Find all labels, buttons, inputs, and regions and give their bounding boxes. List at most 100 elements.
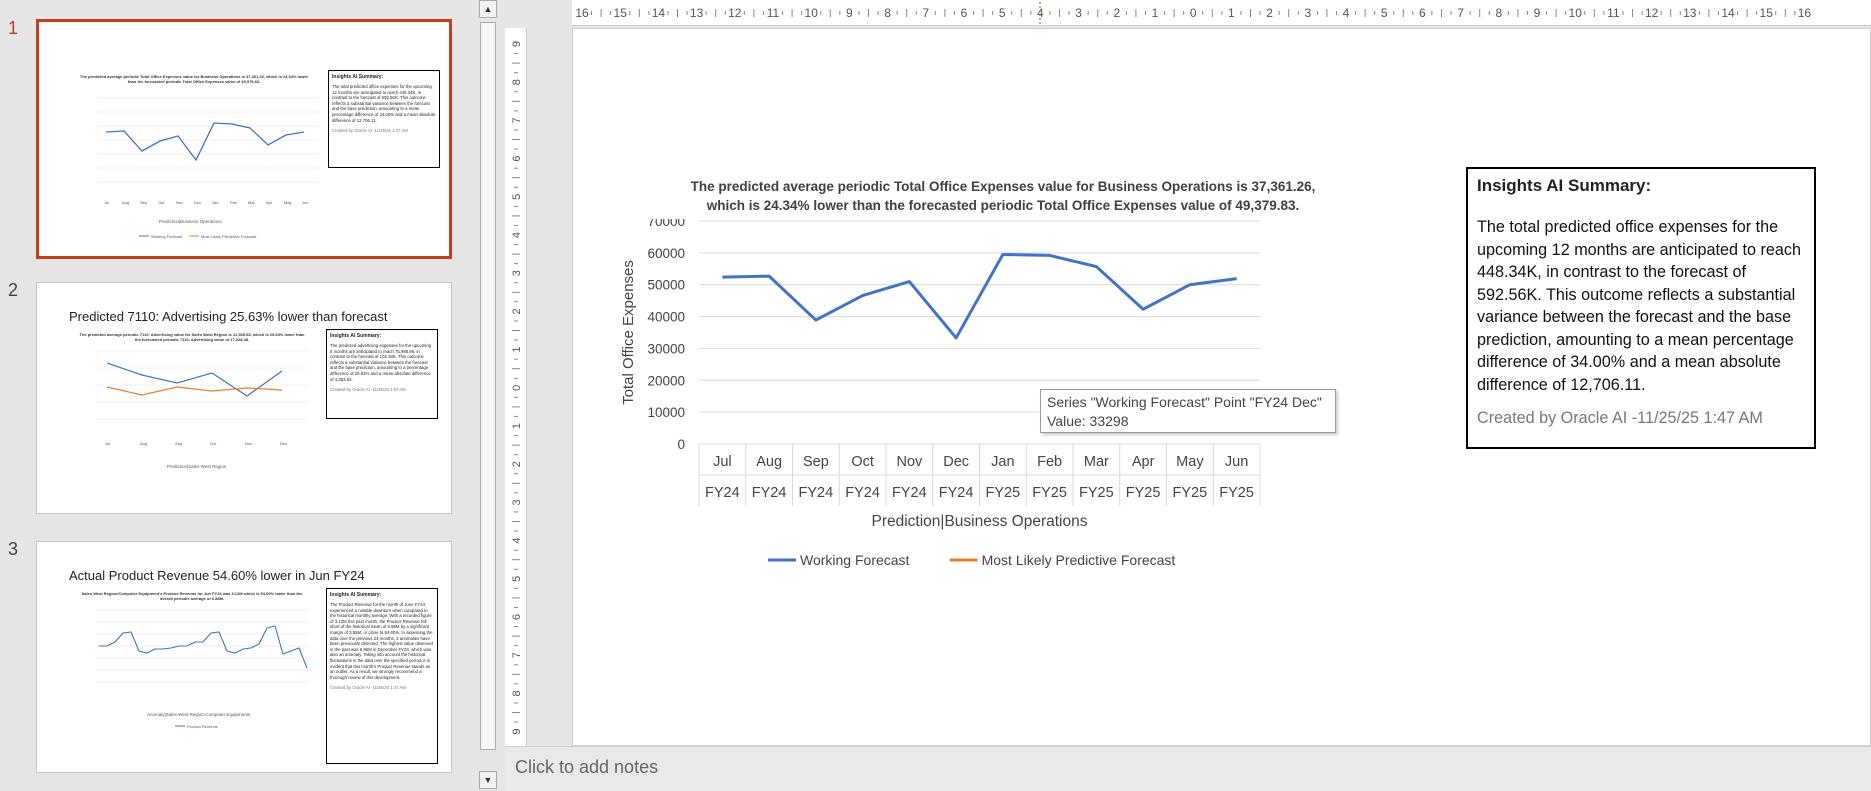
y-tick-label: 10000 — [647, 405, 685, 420]
thumbnails-scrollbar[interactable]: ▲ ▼ — [478, 0, 498, 791]
x-tick-label-month: May — [1176, 454, 1204, 470]
ruler-label: 0 — [1190, 6, 1197, 20]
svg-text:Most Likely Predictive Forecas: Most Likely Predictive Forecast — [201, 234, 257, 239]
notes-placeholder[interactable]: Click to add notes — [515, 757, 658, 778]
ruler-label: 12 — [728, 6, 742, 20]
scroll-down-button[interactable]: ▼ — [479, 771, 497, 789]
ruler-label: 3 — [511, 270, 523, 276]
x-tick-label-month: Jan — [991, 454, 1014, 470]
series-point[interactable] — [763, 270, 775, 282]
ruler-label: 5 — [1381, 6, 1388, 20]
line-chart[interactable]: 0 10000 20000 30000 40000 50000 60000 70000 Tota… — [613, 219, 1313, 659]
x-tick-label-month: Feb — [1037, 454, 1062, 470]
x-tick-label-year: FY25 — [1032, 485, 1067, 501]
svg-text:Apr: Apr — [266, 200, 273, 205]
ruler-label: 11 — [767, 6, 780, 20]
ruler-label: 8 — [1495, 6, 1502, 20]
x-tick-label-year: FY25 — [986, 485, 1021, 501]
ruler-label: 13 — [1683, 6, 1697, 20]
svg-text:Jan: Jan — [212, 200, 218, 205]
thumb-box-head: Insights AI Summary: — [332, 74, 384, 80]
scroll-up-button[interactable]: ▲ — [479, 0, 497, 18]
ruler-label: 1 — [1228, 6, 1235, 20]
series-point[interactable] — [1231, 273, 1243, 285]
svg-text:Feb: Feb — [230, 200, 238, 205]
insights-summary-box[interactable]: Insights AI Summary: The total predicted… — [1466, 167, 1816, 449]
vertical-ruler[interactable]: 9 8 7 6 5 4 3 2 1 0 1 2 3 4 5 6 7 8 9 — [505, 28, 527, 746]
series-point[interactable] — [1184, 279, 1196, 291]
y-axis-label[interactable]: Total Office Expenses — [620, 260, 637, 405]
series-point[interactable] — [1044, 249, 1056, 261]
svg-text:Jul: Jul — [104, 200, 109, 205]
scroll-thumb[interactable] — [480, 22, 496, 750]
tooltip-series-line: Series "Working Forecast" Point "FY24 De… — [1047, 394, 1322, 410]
ruler-label: 11 — [1607, 6, 1620, 20]
ruler-label: 16 — [575, 6, 589, 20]
ruler-label: 10 — [1569, 6, 1583, 20]
ruler-label: 1 — [511, 423, 523, 429]
y-tick-label: 20000 — [647, 373, 685, 388]
ruler-label: 16 — [1798, 6, 1812, 20]
ruler-label: 1 — [1152, 6, 1159, 20]
svg-text:Nov: Nov — [176, 200, 183, 205]
ruler-label: 8 — [511, 79, 523, 85]
series-point[interactable] — [1090, 261, 1102, 273]
x-axis-label[interactable]: Prediction|Business Operations — [872, 513, 1088, 530]
ruler-label: 4 — [511, 232, 523, 238]
x-tick-label-year: FY25 — [1079, 485, 1114, 501]
svg-text:Mar: Mar — [248, 200, 256, 205]
thumb-box-body: The total predicted office expenses for … — [332, 84, 436, 123]
svg-text:May: May — [284, 200, 292, 205]
ruler-label: 3 — [511, 499, 523, 505]
ruler-label: 6 — [511, 614, 523, 620]
ruler-label: 4 — [1343, 6, 1350, 20]
series-point[interactable] — [1137, 303, 1149, 315]
notes-pane[interactable]: Click to add notes — [505, 746, 1871, 791]
ruler-label: 0 — [511, 385, 523, 391]
ruler-label: 6 — [511, 156, 523, 162]
svg-text:Product Revenue: Product Revenue — [187, 724, 219, 729]
ruler-label: 9 — [1534, 6, 1541, 20]
legend-label[interactable]: Most Likely Predictive Forecast — [982, 552, 1176, 568]
slide-thumbnail-1[interactable]: The predicted average periodic Total Off… — [36, 19, 452, 259]
x-tick-label-year: FY24 — [752, 485, 787, 501]
svg-text:Jun: Jun — [302, 200, 308, 205]
thumb-number-3: 3 — [8, 539, 19, 559]
ruler-label: 3 — [1075, 6, 1082, 20]
chart-title[interactable]: The predicted average periodic Total Off… — [683, 177, 1323, 215]
x-tick-label-year: FY25 — [1173, 485, 1208, 501]
x-tick-label-month: Aug — [756, 454, 782, 470]
y-tick-label: 60000 — [647, 246, 685, 261]
x-tick-label-year: FY24 — [799, 485, 834, 501]
series-point[interactable] — [997, 248, 1009, 260]
horizontal-ruler[interactable]: 16 15 14 13 12 11 10 9 8 7 6 5 4 3 2 1 0 1 2 3 4 5 6 7 8 9 10 11 12 1… — [572, 0, 1871, 26]
thumb-box-foot: Created by Oracle AI -11/25/25 1:47 AM — [332, 128, 408, 134]
ruler-label: 15 — [1760, 6, 1774, 20]
chart-tooltip: Series "Working Forecast" Point "FY24 De… — [1040, 389, 1336, 433]
ruler-label: 15 — [614, 6, 628, 20]
x-tick-label-year: FY25 — [1219, 485, 1254, 501]
series-line-0[interactable] — [722, 252, 1237, 340]
svg-text:Aug: Aug — [140, 441, 147, 446]
svg-text:Aug: Aug — [122, 200, 129, 205]
y-tick-label: 0 — [677, 437, 685, 452]
slide-canvas[interactable]: The predicted average periodic Total Off… — [572, 28, 1871, 746]
x-tick-label-month: Oct — [851, 454, 874, 470]
series-point[interactable] — [903, 276, 915, 288]
series-point[interactable] — [950, 332, 962, 344]
ruler-label: 14 — [652, 6, 666, 20]
thumb-chart-2: Jul Aug Sep Oct Nov Dec Prediction|Sales Wes… — [95, 350, 307, 469]
slide-thumbnail-3[interactable]: Actual Product Revenue 54.60% lower in J… — [36, 541, 452, 773]
legend-label[interactable]: Working Forecast — [800, 552, 910, 568]
thumb-box-body: The predicted advertising expenses for t… — [330, 343, 432, 382]
x-tick-label-year: FY24 — [939, 485, 974, 501]
thumb-slide-title: Predicted 7110: Advertising 25.63% lower… — [69, 309, 388, 324]
slide-thumbnail-2[interactable]: Predicted 7110: Advertising 25.63% lower… — [36, 282, 452, 514]
tooltip-value-line: Value: 33298 — [1047, 413, 1129, 429]
series-point[interactable] — [810, 314, 822, 326]
series-point[interactable] — [716, 271, 728, 283]
x-tick-label-month: Nov — [896, 454, 923, 470]
ruler-label: 6 — [1419, 6, 1426, 20]
ruler-label: 8 — [884, 6, 891, 20]
series-point[interactable] — [857, 290, 869, 302]
